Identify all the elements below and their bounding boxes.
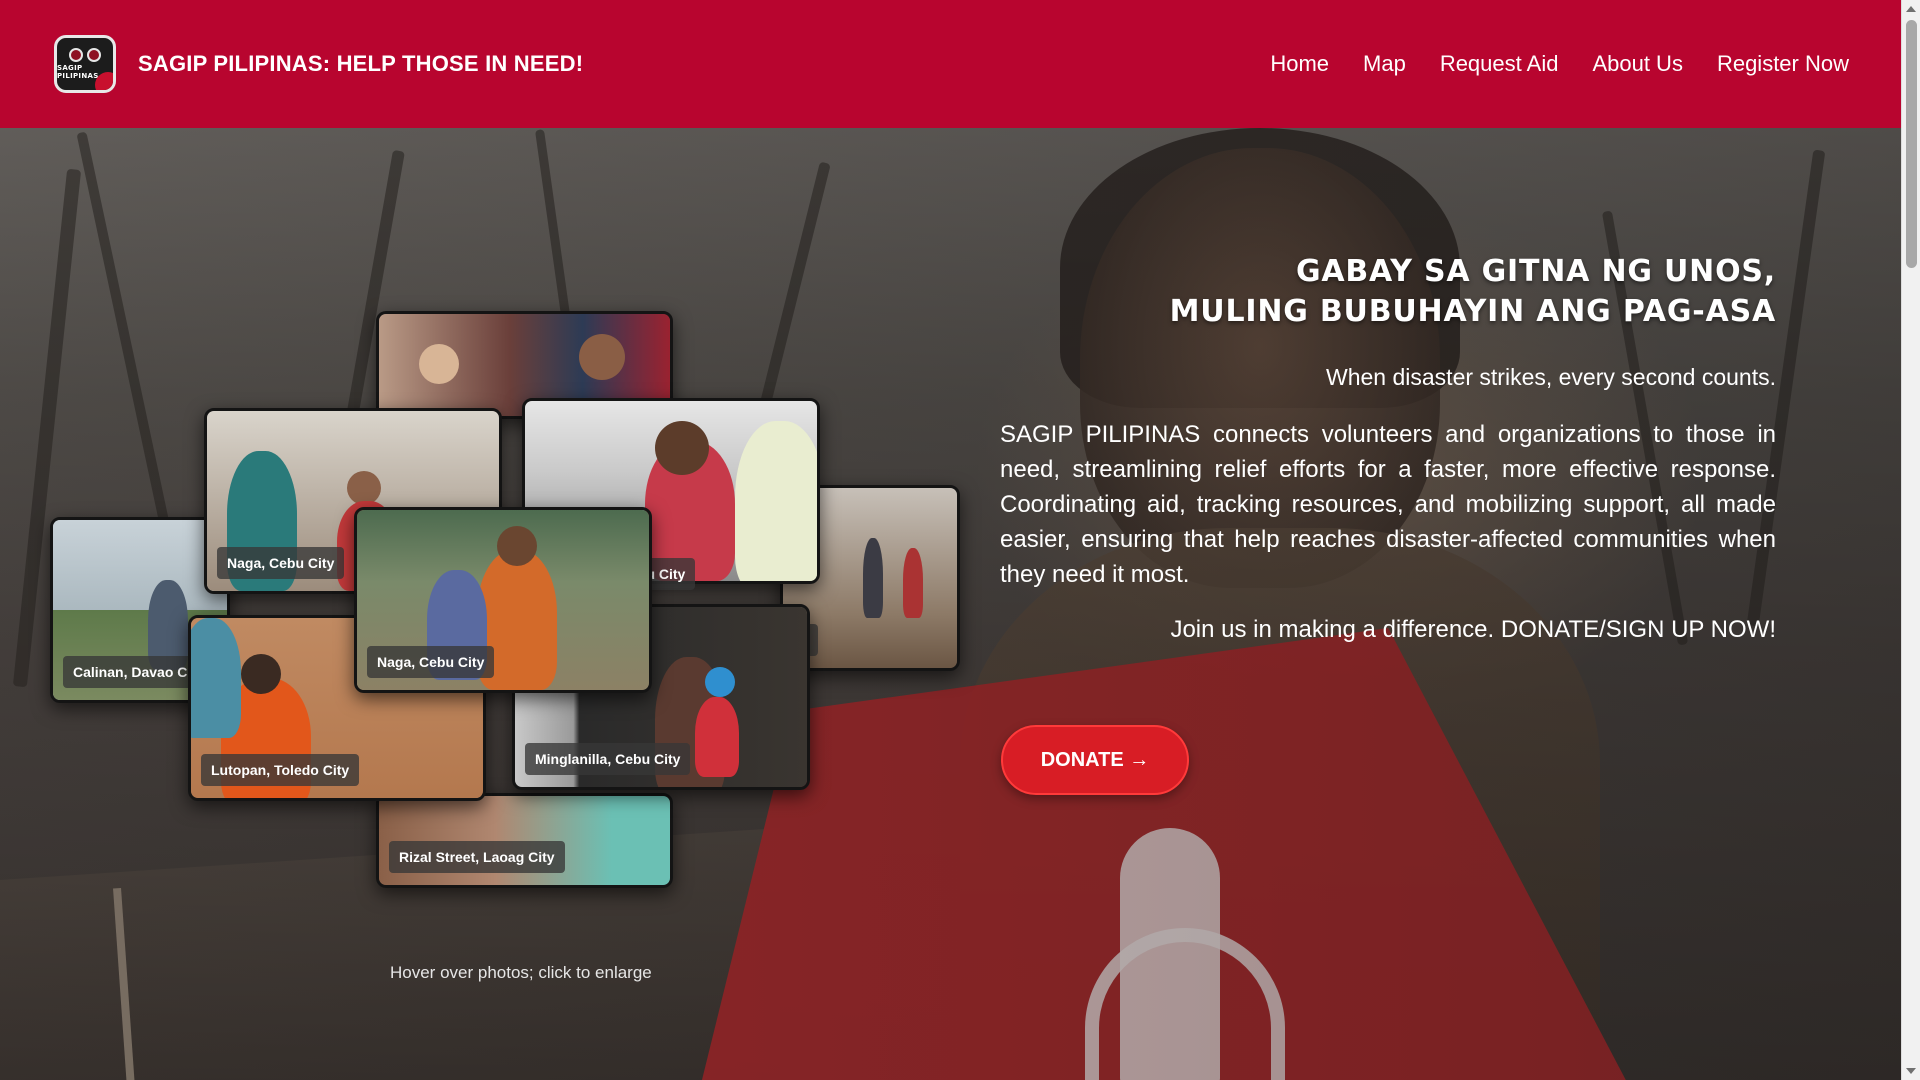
gallery-hint: Hover over photos; click to enlarge xyxy=(390,963,652,982)
scroll-up-icon[interactable] xyxy=(1906,6,1916,12)
nav-request-aid[interactable]: Request Aid xyxy=(1440,51,1559,77)
hero-description: SAGIP PILIPINAS connects volunteers and … xyxy=(1000,421,1776,588)
scroll-down-icon[interactable] xyxy=(1906,1068,1916,1074)
nav-map[interactable]: Map xyxy=(1363,51,1406,77)
scrollbar-thumb[interactable] xyxy=(1906,20,1917,268)
photo-caption: Naga, Cebu City xyxy=(217,547,345,579)
site-title: SAGIP PILIPINAS: HELP THOSE IN NEED! xyxy=(138,51,584,76)
photo-caption: Rizal Street, Laoag City xyxy=(389,841,565,873)
hero-heading: GABAY SA GITNA NG UNOS, MULING BUBUHAYIN… xyxy=(1000,252,1776,332)
hero-tagline: When disaster strikes, every second coun… xyxy=(1326,364,1776,390)
photo-caption: Minglanilla, Cebu City xyxy=(525,743,691,775)
hero-heading-line1: GABAY SA GITNA NG UNOS, xyxy=(1295,254,1776,289)
hero-heading-line2: MULING BUBUHAYIN ANG PAG-ASA xyxy=(1169,294,1776,329)
site-header: SAGIP PILIPINAS SAGIP PILIPINAS: HELP TH… xyxy=(0,0,1901,128)
nav-about-us[interactable]: About Us xyxy=(1592,51,1683,77)
photo-caption: Lutopan, Toledo City xyxy=(201,754,360,786)
gallery-photo-rizal[interactable]: Rizal Street, Laoag City xyxy=(376,793,673,888)
logo-mark xyxy=(69,48,101,62)
hero-content: GABAY SA GITNA NG UNOS, MULING BUBUHAYIN… xyxy=(1000,252,1776,644)
page-scrollbar[interactable] xyxy=(1901,0,1920,1080)
nav-home[interactable]: Home xyxy=(1270,51,1329,77)
photo-caption: Naga, Cebu City xyxy=(367,646,495,678)
main-nav: Home Map Request Aid About Us Register N… xyxy=(1270,0,1849,128)
nav-register-now[interactable]: Register Now xyxy=(1717,51,1849,77)
gallery-photo-naga-center[interactable]: Naga, Cebu City xyxy=(354,507,652,693)
hero-call-to-action: Join us in making a difference. DONATE/S… xyxy=(1170,616,1776,643)
sagip-logo-icon[interactable]: SAGIP PILIPINAS xyxy=(54,35,116,93)
donate-button[interactable]: DONATE → xyxy=(1001,725,1189,795)
